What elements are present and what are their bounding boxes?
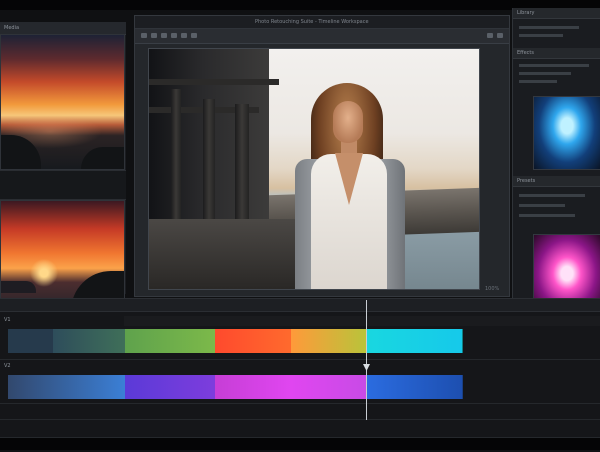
timeline-clip[interactable]: [367, 375, 463, 399]
panel-row: [519, 80, 557, 83]
rock-shape: [81, 147, 124, 169]
panel-row: [519, 64, 589, 67]
pier-pillar: [235, 104, 249, 224]
track-divider: [0, 359, 600, 360]
video-track-1: [8, 329, 463, 353]
pier-pillar: [171, 89, 181, 239]
media-bin-divider: [0, 170, 126, 200]
zoom-tool-icon[interactable]: [151, 33, 157, 38]
track-divider: [0, 403, 600, 404]
editor-window: Media Photo Retouching Suite - Timeline …: [0, 0, 600, 452]
viewer-toolbar: [135, 29, 509, 44]
panel-header-label: Presets: [517, 178, 536, 184]
pier-beam: [149, 79, 279, 85]
rock-shape: [1, 135, 41, 169]
timeline-clip[interactable]: [8, 375, 126, 399]
panel-row: [519, 204, 565, 207]
crop-tool-icon[interactable]: [161, 33, 167, 38]
panel-row: [519, 214, 575, 217]
media-bin: Media: [0, 22, 126, 318]
timeline-clip[interactable]: [291, 375, 368, 399]
timeline-clip[interactable]: [125, 375, 216, 399]
top-edge: [0, 0, 600, 10]
effect-preview-pink[interactable]: [533, 234, 600, 306]
viewer-status-bar: 100%: [135, 284, 509, 295]
image-viewer: Photo Retouching Suite - Timeline Worksp…: [134, 15, 510, 297]
panel-header-library[interactable]: Library: [513, 8, 600, 19]
panel-header-effects[interactable]: Effects: [513, 48, 600, 59]
timeline-panel: V1 V2: [0, 298, 600, 452]
eyedropper-tool-icon[interactable]: [191, 33, 197, 38]
timeline-clip[interactable]: [215, 375, 292, 399]
panel-row: [519, 34, 563, 37]
bottom-edge: [0, 438, 600, 450]
media-bin-title: Media: [4, 25, 20, 31]
timeline-ruler[interactable]: [124, 316, 600, 326]
menu-icon[interactable]: [497, 33, 503, 38]
viewer-title: Photo Retouching Suite - Timeline Worksp…: [255, 19, 369, 25]
timeline-clip[interactable]: [53, 329, 126, 353]
timeline-playhead[interactable]: [366, 300, 367, 420]
eraser-tool-icon[interactable]: [181, 33, 187, 38]
panel-row: [519, 72, 571, 75]
rock-shape: [1, 281, 36, 293]
pier-pillar: [203, 99, 215, 229]
panel-header-label: Effects: [517, 50, 534, 56]
media-thumbnail-sunset-coast[interactable]: [0, 34, 125, 170]
brush-tool-icon[interactable]: [171, 33, 177, 38]
timeline-clip[interactable]: [291, 329, 368, 353]
photo-canvas[interactable]: [148, 48, 480, 290]
zoom-level[interactable]: 100%: [485, 286, 499, 292]
timeline-clip[interactable]: [8, 329, 54, 353]
settings-icon[interactable]: [487, 33, 493, 38]
panel-header-label: Library: [517, 10, 535, 16]
track-label-v1: V1: [4, 317, 11, 323]
timeline-clip[interactable]: [125, 329, 216, 353]
track-divider: [0, 419, 600, 420]
panel-row: [519, 26, 579, 29]
right-panel: Library Effects Presets: [512, 8, 600, 308]
viewer-title-bar: Photo Retouching Suite - Timeline Worksp…: [135, 16, 509, 29]
timeline-clip[interactable]: [367, 329, 463, 353]
effect-preview-blue[interactable]: [533, 96, 600, 170]
panel-header-presets[interactable]: Presets: [513, 176, 600, 187]
hand-tool-icon[interactable]: [141, 33, 147, 38]
panel-row: [519, 194, 585, 197]
timeline-track-headers: V1: [0, 315, 124, 327]
timeline-toolbar: [0, 299, 600, 312]
track-label-v2: V2: [4, 363, 11, 369]
video-track-2: [8, 375, 463, 399]
pier-walkway: [149, 219, 299, 289]
subject-face: [333, 101, 363, 143]
timeline-clip[interactable]: [215, 329, 292, 353]
